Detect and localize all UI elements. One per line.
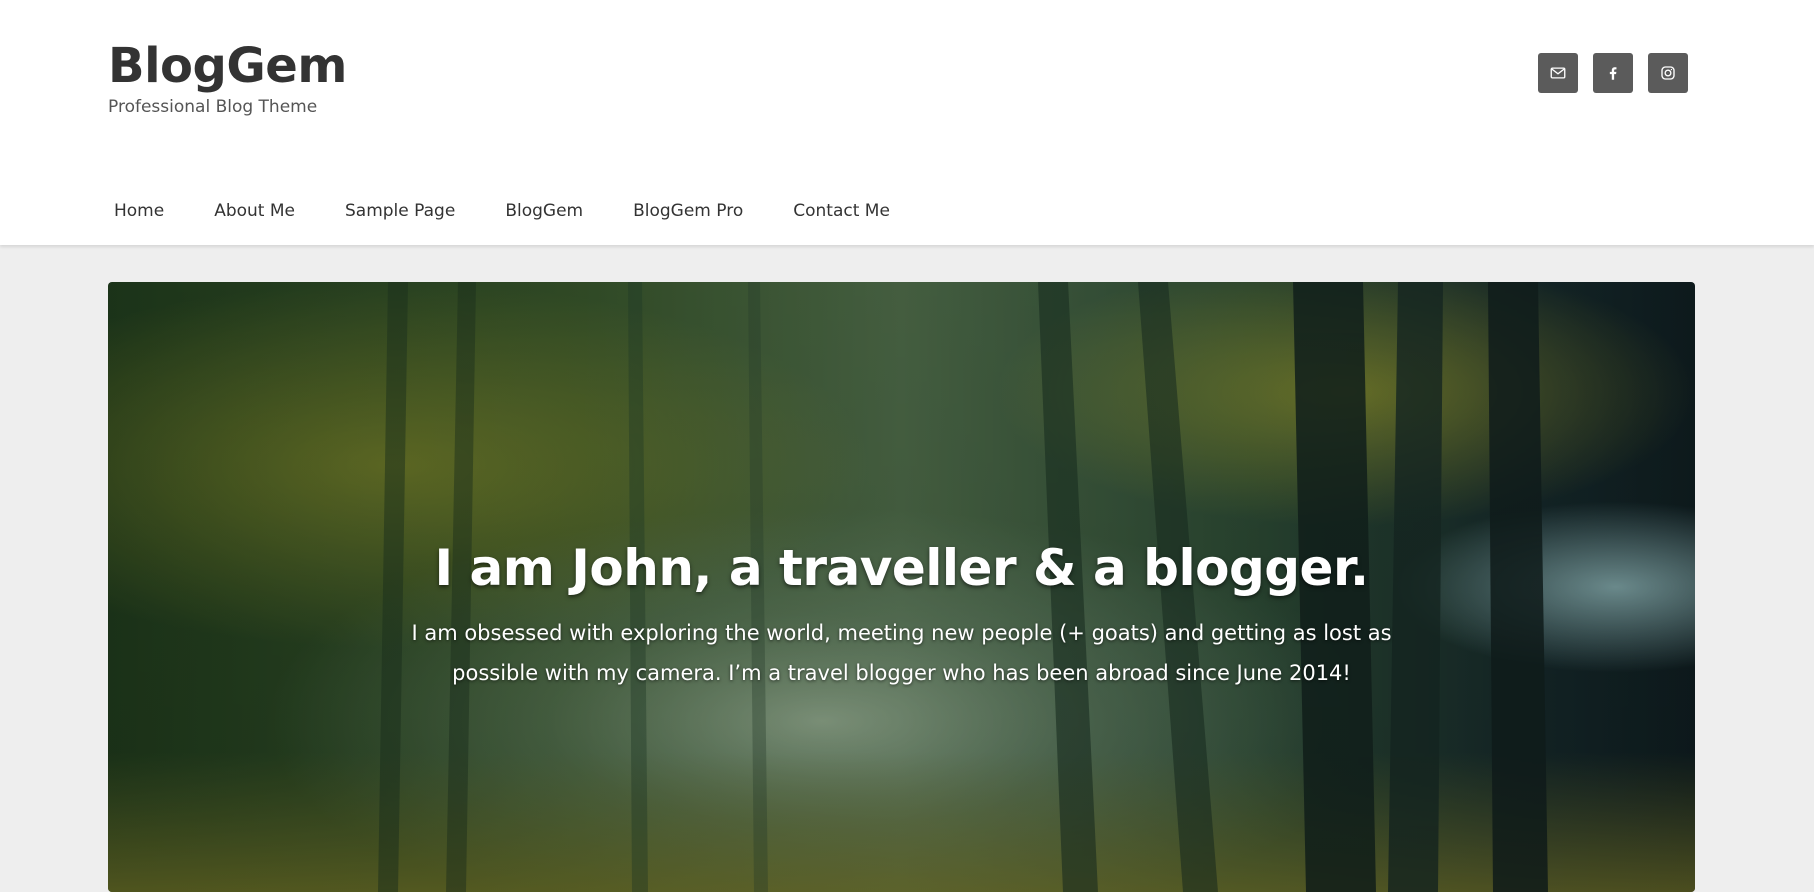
nav-item-bloggem-pro[interactable]: BlogGem Pro (627, 196, 749, 226)
instagram-button[interactable] (1648, 53, 1688, 93)
envelope-icon (1550, 67, 1566, 79)
site-title[interactable]: BlogGem (108, 34, 347, 98)
site-header: BlogGem Professional Blog Theme Home Abo… (0, 0, 1814, 245)
site-tagline: Professional Blog Theme (108, 97, 318, 117)
email-button[interactable] (1538, 53, 1578, 93)
nav-item-about-me[interactable]: About Me (208, 196, 301, 226)
nav-item-sample-page[interactable]: Sample Page (339, 196, 461, 226)
hero-banner: I am John, a traveller & a blogger. I am… (108, 282, 1695, 892)
nav-item-contact-me[interactable]: Contact Me (787, 196, 896, 226)
nav-item-home[interactable]: Home (108, 196, 170, 226)
hero-content: I am John, a traveller & a blogger. I am… (108, 535, 1695, 693)
facebook-button[interactable] (1593, 53, 1633, 93)
instagram-icon (1661, 66, 1675, 80)
nav-item-bloggem[interactable]: BlogGem (499, 196, 589, 226)
facebook-icon (1609, 67, 1617, 80)
main-navigation: Home About Me Sample Page BlogGem BlogGe… (108, 196, 934, 226)
hero-description: I am obsessed with exploring the world, … (411, 621, 1392, 685)
social-links (1538, 53, 1688, 93)
hero-title: I am John, a traveller & a blogger. (434, 539, 1369, 597)
site-branding: BlogGem Professional Blog Theme (108, 34, 347, 120)
